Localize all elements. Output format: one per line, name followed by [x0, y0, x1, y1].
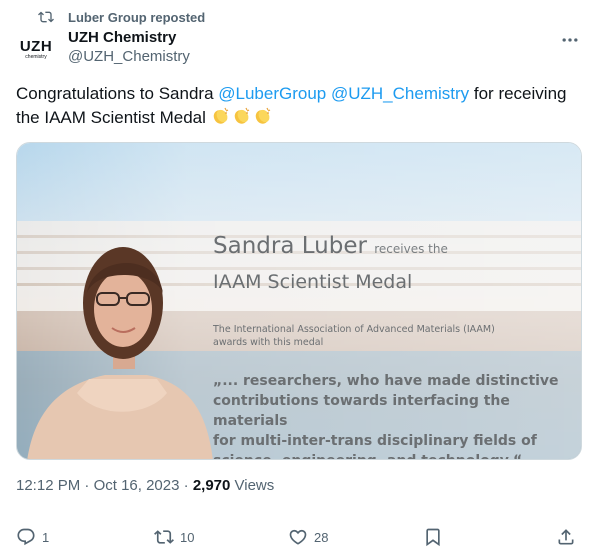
like-button[interactable]: 28 [288, 525, 328, 549]
media-title: Sandra Luber receives the [213, 233, 448, 259]
reply-count: 1 [42, 529, 50, 545]
author-handle[interactable]: @UZH_Chemistry [68, 47, 190, 67]
repost-button[interactable]: 10 [154, 525, 194, 549]
like-count: 28 [314, 529, 329, 545]
mention-lubergroup[interactable]: @LuberGroup [218, 84, 326, 103]
media-quote: „... researchers, who have made distinct… [213, 373, 559, 459]
repost-indicator[interactable]: Luber Group reposted [38, 7, 205, 27]
views-label: Views [230, 477, 275, 494]
action-bar: 1 10 28 [16, 525, 582, 549]
author-name[interactable]: UZH Chemistry [68, 29, 190, 47]
views-count: 2,970 [192, 477, 231, 494]
tweet-meta: 12:12 PM · Oct 16, 2023 · 2,970 Views [16, 477, 275, 494]
media-medal-title: IAAM Scientist Medal [213, 271, 413, 293]
share-button[interactable] [556, 525, 582, 549]
tweet-text-prefix: Congratulations to Sandra [16, 84, 219, 103]
clapping-hands-icon [234, 107, 249, 124]
avatar-logo-text: UZH [19, 38, 53, 55]
bookmark-icon [426, 528, 440, 547]
author-block: UZH Chemistry @UZH_Chemistry [68, 29, 190, 67]
tweet-text: Congratulations to Sandra @LuberGroup @U… [16, 82, 581, 130]
repost-icon [154, 530, 174, 544]
bookmark-button[interactable] [423, 525, 449, 549]
clapping-hands-icon [255, 107, 270, 124]
reply-icon [17, 528, 35, 546]
repost-icon [38, 11, 54, 23]
mention-uzh-chemistry[interactable]: @UZH_Chemistry [331, 84, 469, 103]
heart-icon [289, 529, 307, 545]
clapping-hands-icon [213, 107, 228, 124]
more-options-button[interactable] [558, 28, 582, 52]
media-iaam-text: The International Association of Advance… [213, 324, 495, 348]
share-icon [558, 529, 574, 545]
avatar-logo-subtext: chemistry [25, 54, 47, 60]
repost-count: 10 [180, 529, 195, 545]
avatar[interactable]: UZH chemistry [16, 30, 56, 70]
tweet-time[interactable]: 12:12 PM [16, 477, 80, 494]
tweet-date[interactable]: Oct 16, 2023 [94, 477, 180, 494]
more-icon [562, 38, 578, 42]
tweet-media-image[interactable]: Sandra Luber receives the IAAM Scientist… [16, 142, 582, 460]
repost-label: Luber Group reposted [68, 9, 206, 25]
reply-button[interactable]: 1 [16, 525, 49, 549]
